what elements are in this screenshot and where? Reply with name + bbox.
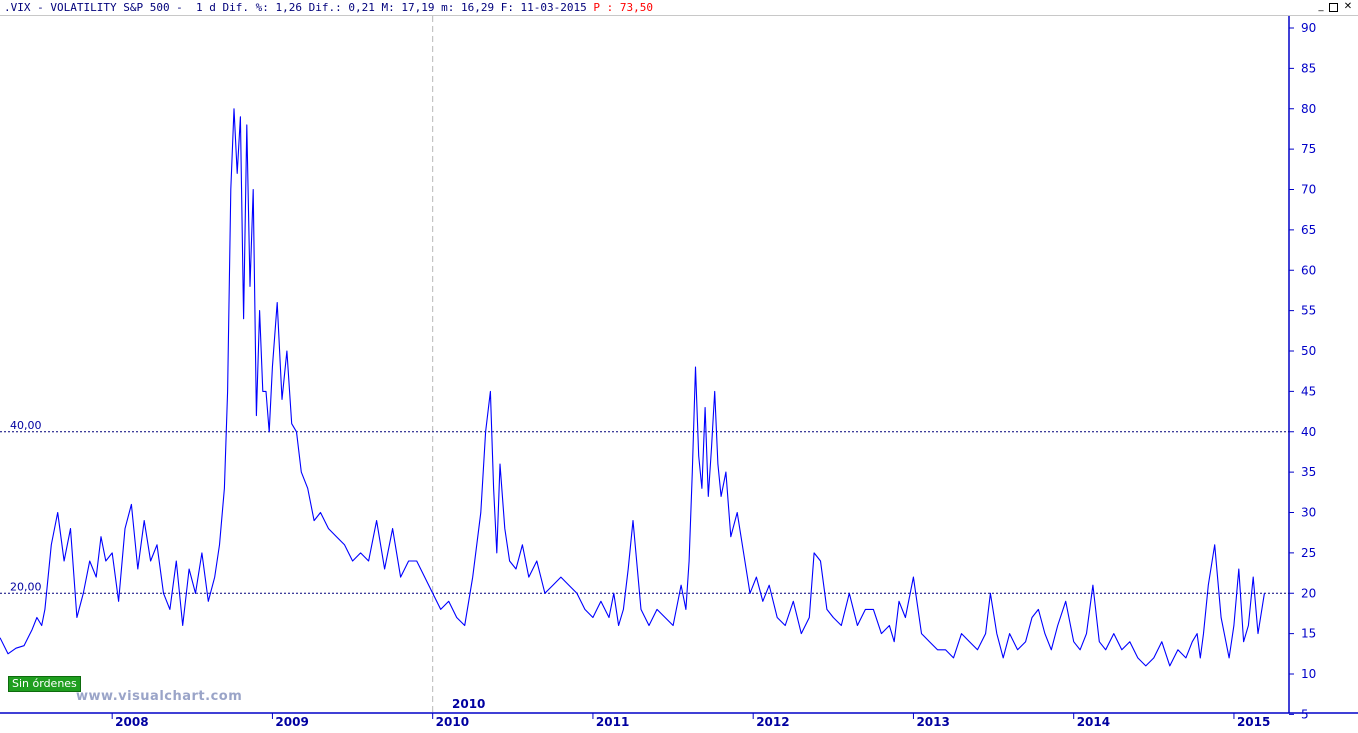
y-tick-label: 50: [1301, 344, 1316, 358]
y-tick-label: 10: [1301, 667, 1316, 681]
y-tick-label: 25: [1301, 546, 1316, 560]
y-tick-label: 40: [1301, 425, 1316, 439]
y-tick-label: 65: [1301, 223, 1316, 237]
x-tick-label: 2010: [436, 715, 469, 729]
y-tick-label: 75: [1301, 142, 1316, 156]
minimize-icon[interactable]: _: [1316, 2, 1326, 12]
watermark: www.visualchart.com: [76, 689, 243, 704]
y-tick-label: 20: [1301, 586, 1316, 600]
y-tick-label: 5: [1301, 707, 1309, 721]
cursor-date-label: 2010: [452, 697, 486, 711]
last-price: P : 73,50: [593, 1, 654, 14]
y-tick-label: 45: [1301, 384, 1316, 398]
x-tick-label: 2014: [1077, 715, 1110, 729]
y-tick-label: 90: [1301, 21, 1316, 35]
vix-line-chart[interactable]: 5 10 15 20 25 30 35 40 45 50 55 60 65 70 75 80 85 90 2008 2…: [0, 16, 1358, 733]
orders-status-badge[interactable]: Sin órdenes: [8, 676, 81, 692]
close-icon[interactable]: ✕: [1343, 2, 1353, 12]
y-tick-label: 35: [1301, 465, 1316, 479]
y-tick-label: 85: [1301, 61, 1316, 75]
x-tick-label: 2013: [916, 715, 949, 729]
chart-title-text: .VIX - VOLATILITY S&P 500 - 1 d Dif. %: …: [4, 1, 587, 14]
x-tick-label: 2011: [596, 715, 629, 729]
x-tick-label: 2009: [275, 715, 308, 729]
chart-title-bar: .VIX - VOLATILITY S&P 500 - 1 d Dif. %: …: [0, 0, 1358, 16]
y-tick-label: 55: [1301, 304, 1316, 318]
y-tick-label: 30: [1301, 506, 1316, 520]
x-tick-label: 2012: [756, 715, 789, 729]
vix-series-line: [0, 108, 1265, 667]
x-tick-label: 2015: [1237, 715, 1270, 729]
y-tick-label: 60: [1301, 263, 1316, 277]
y-tick-label: 70: [1301, 183, 1316, 197]
y-tick-label: 80: [1301, 102, 1316, 116]
chart-title: .VIX - VOLATILITY S&P 500 - 1 d Dif. %: …: [4, 1, 653, 14]
y-tick-label: 15: [1301, 627, 1316, 641]
reference-line-label: 20,00: [10, 580, 42, 593]
restore-icon[interactable]: [1329, 3, 1338, 12]
reference-line-label: 40,00: [10, 419, 42, 432]
x-tick-label: 2008: [115, 715, 148, 729]
